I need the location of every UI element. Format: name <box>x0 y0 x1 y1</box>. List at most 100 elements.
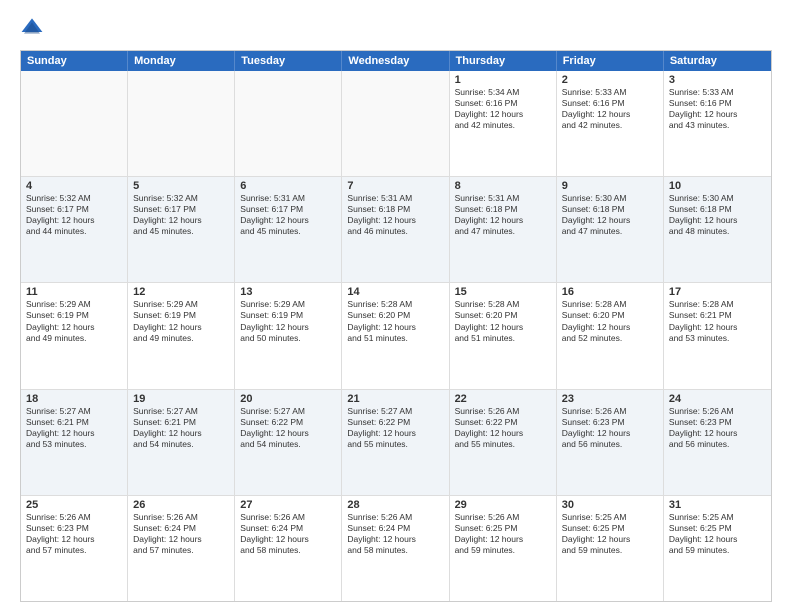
calendar-body: 1Sunrise: 5:34 AM Sunset: 6:16 PM Daylig… <box>21 71 771 601</box>
day-cell-8: 8Sunrise: 5:31 AM Sunset: 6:18 PM Daylig… <box>450 177 557 282</box>
calendar-row-4: 18Sunrise: 5:27 AM Sunset: 6:21 PM Dayli… <box>21 390 771 496</box>
header-day-wednesday: Wednesday <box>342 51 449 71</box>
empty-cell <box>128 71 235 176</box>
day-info: Sunrise: 5:25 AM Sunset: 6:25 PM Dayligh… <box>669 512 766 556</box>
day-cell-13: 13Sunrise: 5:29 AM Sunset: 6:19 PM Dayli… <box>235 283 342 388</box>
day-number: 2 <box>562 74 658 86</box>
calendar-row-2: 4Sunrise: 5:32 AM Sunset: 6:17 PM Daylig… <box>21 177 771 283</box>
day-number: 3 <box>669 74 766 86</box>
day-info: Sunrise: 5:28 AM Sunset: 6:20 PM Dayligh… <box>347 299 443 343</box>
day-info: Sunrise: 5:29 AM Sunset: 6:19 PM Dayligh… <box>240 299 336 343</box>
day-info: Sunrise: 5:31 AM Sunset: 6:18 PM Dayligh… <box>455 193 551 237</box>
calendar-header: SundayMondayTuesdayWednesdayThursdayFrid… <box>21 51 771 71</box>
day-info: Sunrise: 5:27 AM Sunset: 6:22 PM Dayligh… <box>240 406 336 450</box>
header-day-monday: Monday <box>128 51 235 71</box>
day-number: 26 <box>133 499 229 511</box>
day-info: Sunrise: 5:27 AM Sunset: 6:21 PM Dayligh… <box>26 406 122 450</box>
day-number: 30 <box>562 499 658 511</box>
day-info: Sunrise: 5:28 AM Sunset: 6:20 PM Dayligh… <box>562 299 658 343</box>
day-info: Sunrise: 5:27 AM Sunset: 6:22 PM Dayligh… <box>347 406 443 450</box>
day-info: Sunrise: 5:26 AM Sunset: 6:25 PM Dayligh… <box>455 512 551 556</box>
header <box>20 16 772 40</box>
day-number: 12 <box>133 286 229 298</box>
calendar-row-3: 11Sunrise: 5:29 AM Sunset: 6:19 PM Dayli… <box>21 283 771 389</box>
day-number: 19 <box>133 393 229 405</box>
day-number: 18 <box>26 393 122 405</box>
empty-cell <box>21 71 128 176</box>
empty-cell <box>342 71 449 176</box>
day-number: 6 <box>240 180 336 192</box>
day-cell-31: 31Sunrise: 5:25 AM Sunset: 6:25 PM Dayli… <box>664 496 771 601</box>
logo-icon <box>20 16 44 40</box>
day-cell-18: 18Sunrise: 5:27 AM Sunset: 6:21 PM Dayli… <box>21 390 128 495</box>
day-cell-7: 7Sunrise: 5:31 AM Sunset: 6:18 PM Daylig… <box>342 177 449 282</box>
day-info: Sunrise: 5:30 AM Sunset: 6:18 PM Dayligh… <box>669 193 766 237</box>
day-number: 25 <box>26 499 122 511</box>
day-number: 23 <box>562 393 658 405</box>
day-number: 16 <box>562 286 658 298</box>
day-number: 5 <box>133 180 229 192</box>
day-number: 17 <box>669 286 766 298</box>
day-info: Sunrise: 5:32 AM Sunset: 6:17 PM Dayligh… <box>26 193 122 237</box>
day-number: 4 <box>26 180 122 192</box>
day-cell-22: 22Sunrise: 5:26 AM Sunset: 6:22 PM Dayli… <box>450 390 557 495</box>
day-cell-15: 15Sunrise: 5:28 AM Sunset: 6:20 PM Dayli… <box>450 283 557 388</box>
day-cell-4: 4Sunrise: 5:32 AM Sunset: 6:17 PM Daylig… <box>21 177 128 282</box>
header-day-thursday: Thursday <box>450 51 557 71</box>
day-cell-2: 2Sunrise: 5:33 AM Sunset: 6:16 PM Daylig… <box>557 71 664 176</box>
day-number: 24 <box>669 393 766 405</box>
day-cell-17: 17Sunrise: 5:28 AM Sunset: 6:21 PM Dayli… <box>664 283 771 388</box>
day-cell-9: 9Sunrise: 5:30 AM Sunset: 6:18 PM Daylig… <box>557 177 664 282</box>
day-cell-20: 20Sunrise: 5:27 AM Sunset: 6:22 PM Dayli… <box>235 390 342 495</box>
day-info: Sunrise: 5:30 AM Sunset: 6:18 PM Dayligh… <box>562 193 658 237</box>
day-info: Sunrise: 5:31 AM Sunset: 6:18 PM Dayligh… <box>347 193 443 237</box>
day-number: 21 <box>347 393 443 405</box>
calendar: SundayMondayTuesdayWednesdayThursdayFrid… <box>20 50 772 602</box>
day-cell-26: 26Sunrise: 5:26 AM Sunset: 6:24 PM Dayli… <box>128 496 235 601</box>
day-info: Sunrise: 5:26 AM Sunset: 6:23 PM Dayligh… <box>562 406 658 450</box>
day-cell-25: 25Sunrise: 5:26 AM Sunset: 6:23 PM Dayli… <box>21 496 128 601</box>
day-info: Sunrise: 5:31 AM Sunset: 6:17 PM Dayligh… <box>240 193 336 237</box>
day-number: 14 <box>347 286 443 298</box>
header-day-friday: Friday <box>557 51 664 71</box>
day-cell-19: 19Sunrise: 5:27 AM Sunset: 6:21 PM Dayli… <box>128 390 235 495</box>
day-info: Sunrise: 5:26 AM Sunset: 6:23 PM Dayligh… <box>26 512 122 556</box>
day-cell-1: 1Sunrise: 5:34 AM Sunset: 6:16 PM Daylig… <box>450 71 557 176</box>
header-day-saturday: Saturday <box>664 51 771 71</box>
day-number: 27 <box>240 499 336 511</box>
page: SundayMondayTuesdayWednesdayThursdayFrid… <box>0 0 792 612</box>
day-info: Sunrise: 5:26 AM Sunset: 6:24 PM Dayligh… <box>240 512 336 556</box>
day-number: 1 <box>455 74 551 86</box>
day-number: 9 <box>562 180 658 192</box>
day-cell-27: 27Sunrise: 5:26 AM Sunset: 6:24 PM Dayli… <box>235 496 342 601</box>
day-info: Sunrise: 5:28 AM Sunset: 6:21 PM Dayligh… <box>669 299 766 343</box>
day-cell-10: 10Sunrise: 5:30 AM Sunset: 6:18 PM Dayli… <box>664 177 771 282</box>
header-day-sunday: Sunday <box>21 51 128 71</box>
header-day-tuesday: Tuesday <box>235 51 342 71</box>
day-cell-29: 29Sunrise: 5:26 AM Sunset: 6:25 PM Dayli… <box>450 496 557 601</box>
day-info: Sunrise: 5:29 AM Sunset: 6:19 PM Dayligh… <box>133 299 229 343</box>
day-number: 29 <box>455 499 551 511</box>
day-number: 15 <box>455 286 551 298</box>
calendar-row-1: 1Sunrise: 5:34 AM Sunset: 6:16 PM Daylig… <box>21 71 771 177</box>
day-info: Sunrise: 5:25 AM Sunset: 6:25 PM Dayligh… <box>562 512 658 556</box>
day-number: 20 <box>240 393 336 405</box>
day-cell-3: 3Sunrise: 5:33 AM Sunset: 6:16 PM Daylig… <box>664 71 771 176</box>
day-info: Sunrise: 5:33 AM Sunset: 6:16 PM Dayligh… <box>669 87 766 131</box>
day-info: Sunrise: 5:26 AM Sunset: 6:23 PM Dayligh… <box>669 406 766 450</box>
day-cell-21: 21Sunrise: 5:27 AM Sunset: 6:22 PM Dayli… <box>342 390 449 495</box>
day-info: Sunrise: 5:26 AM Sunset: 6:24 PM Dayligh… <box>133 512 229 556</box>
day-info: Sunrise: 5:32 AM Sunset: 6:17 PM Dayligh… <box>133 193 229 237</box>
empty-cell <box>235 71 342 176</box>
day-number: 13 <box>240 286 336 298</box>
day-info: Sunrise: 5:29 AM Sunset: 6:19 PM Dayligh… <box>26 299 122 343</box>
day-number: 8 <box>455 180 551 192</box>
day-number: 7 <box>347 180 443 192</box>
day-cell-14: 14Sunrise: 5:28 AM Sunset: 6:20 PM Dayli… <box>342 283 449 388</box>
day-info: Sunrise: 5:26 AM Sunset: 6:24 PM Dayligh… <box>347 512 443 556</box>
day-number: 10 <box>669 180 766 192</box>
day-cell-28: 28Sunrise: 5:26 AM Sunset: 6:24 PM Dayli… <box>342 496 449 601</box>
day-cell-16: 16Sunrise: 5:28 AM Sunset: 6:20 PM Dayli… <box>557 283 664 388</box>
day-cell-6: 6Sunrise: 5:31 AM Sunset: 6:17 PM Daylig… <box>235 177 342 282</box>
day-cell-30: 30Sunrise: 5:25 AM Sunset: 6:25 PM Dayli… <box>557 496 664 601</box>
